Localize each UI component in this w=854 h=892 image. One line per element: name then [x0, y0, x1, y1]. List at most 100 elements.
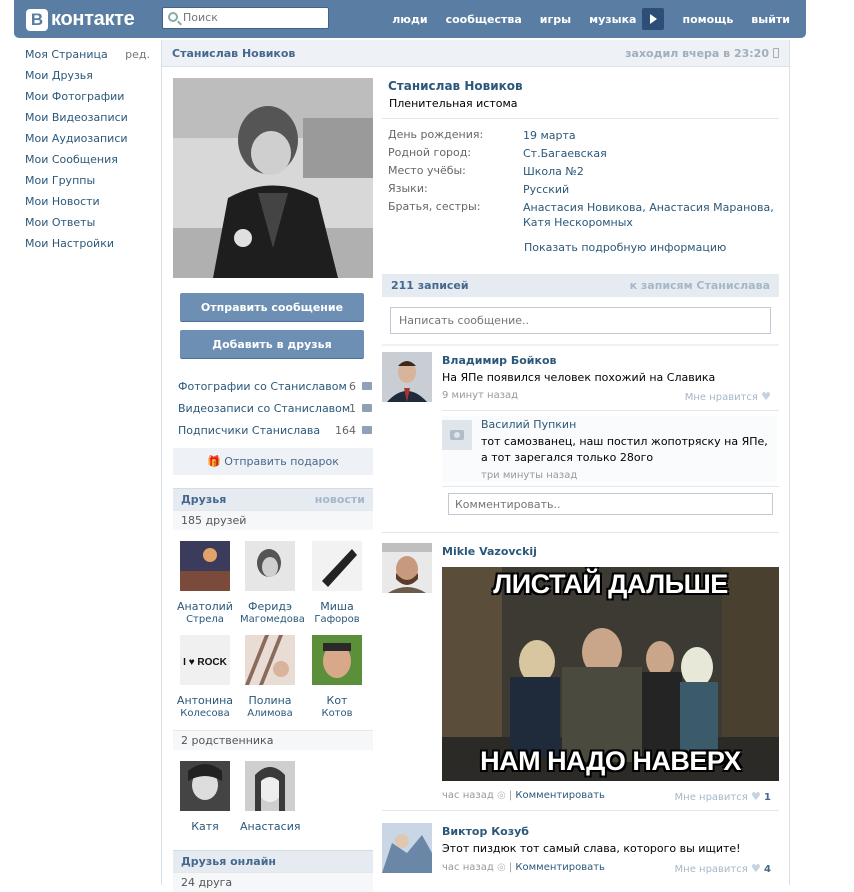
friend-last-name[interactable]: Гафоров — [307, 613, 367, 626]
videos-with-link[interactable]: Видеозаписи со Станиславом 1 — [178, 402, 372, 418]
menu-my-groups[interactable]: Мои Группы — [25, 173, 150, 194]
comment-input[interactable] — [449, 494, 772, 514]
info-value[interactable]: 19 марта — [523, 128, 778, 143]
post-author-avatar[interactable] — [382, 823, 432, 873]
post-author-avatar[interactable] — [382, 352, 432, 402]
friend-first-name[interactable]: Анатолий — [175, 600, 235, 613]
post-time[interactable]: 9 минут назад — [442, 390, 518, 401]
info-value[interactable]: Русский — [523, 182, 778, 197]
relative-card[interactable]: Анастасия — [240, 761, 300, 833]
friend-card[interactable]: Анатолий Стрела — [175, 541, 235, 626]
like-button[interactable]: Мне нравится ♥ 4 — [675, 862, 771, 875]
online-friends-count[interactable]: 24 друга — [173, 872, 373, 892]
top-header: B контакте люди сообщества игры музыка п… — [14, 0, 806, 38]
nav-communities[interactable]: сообщества — [446, 13, 522, 26]
comment-time[interactable]: три минуты назад — [481, 470, 577, 481]
friend-card[interactable]: Кот Котов — [307, 635, 367, 720]
menu-my-photos[interactable]: Мои Фотографии — [25, 89, 150, 110]
comment-author[interactable]: Василий Пупкин — [481, 418, 576, 431]
post-author[interactable]: Mikle Vazovckij — [442, 545, 537, 558]
menu-my-page[interactable]: Моя Страница ред. — [25, 47, 150, 68]
friend-first-name[interactable]: Феридэ — [240, 600, 300, 613]
friend-last-name[interactable]: Магомедова — [240, 613, 305, 626]
send-gift-button[interactable]: 🎁 Отправить подарок — [173, 448, 373, 475]
heart-icon: ♥ — [761, 390, 771, 403]
menu-my-videos[interactable]: Мои Видеозаписи — [25, 110, 150, 131]
friend-avatar — [180, 541, 230, 591]
friends-count[interactable]: 185 друзей — [173, 510, 373, 530]
camera-placeholder-icon[interactable] — [442, 420, 472, 450]
nav-people[interactable]: люди — [392, 13, 427, 26]
send-message-button[interactable]: Отправить сообщение — [180, 293, 364, 322]
play-icon[interactable] — [642, 8, 665, 30]
vk-logo[interactable]: B контакте — [26, 8, 135, 31]
wall-owner-posts-link[interactable]: к записям Станислава — [630, 279, 770, 292]
post-time-text[interactable]: час назад — [442, 790, 494, 801]
friend-card[interactable]: Феридэ Магомедова — [240, 541, 305, 626]
wall-compose-input[interactable] — [391, 308, 770, 333]
friend-last-name[interactable]: Котов — [307, 707, 367, 720]
search-box[interactable] — [162, 7, 329, 29]
relatives-count[interactable]: 2 родственника — [173, 730, 373, 750]
videos-with-label[interactable]: Видеозаписи со Станиславом — [178, 402, 350, 415]
info-value[interactable]: Школа №2 — [523, 164, 778, 179]
followers-label[interactable]: Подписчики Станислава — [178, 424, 320, 437]
friends-box-header[interactable]: Друзья новости — [173, 488, 373, 510]
friend-first-name[interactable]: Кот — [307, 694, 367, 707]
post-author[interactable]: Владимир Бойков — [442, 354, 557, 367]
edit-link[interactable]: ред. — [125, 47, 150, 63]
friend-card[interactable]: Миша Гафоров — [307, 541, 367, 626]
comment-link[interactable]: Комментировать — [515, 862, 605, 873]
nav-help[interactable]: помощь — [682, 13, 733, 26]
profile-status[interactable]: Пленительная истома — [389, 97, 518, 110]
online-friends-title[interactable]: Друзья онлайн — [181, 855, 276, 868]
nav-games[interactable]: игры — [540, 13, 571, 26]
photos-with-link[interactable]: Фотографии со Станиславом 6 — [178, 380, 372, 396]
relative-name[interactable]: Катя — [175, 820, 235, 833]
relative-card[interactable]: Катя — [175, 761, 235, 833]
author-photo — [382, 352, 432, 402]
menu-my-settings[interactable]: Мои Настройки — [25, 236, 150, 257]
like-button[interactable]: Мне нравится ♥ — [685, 390, 771, 403]
heart-icon: ♥ — [750, 862, 761, 875]
friend-last-name[interactable]: Алимова — [240, 707, 300, 720]
friend-first-name[interactable]: Антонина — [175, 694, 235, 707]
online-friends-header[interactable]: Друзья онлайн — [173, 850, 373, 872]
menu-my-messages[interactable]: Мои Сообщения — [25, 152, 150, 173]
relative-avatar — [180, 761, 230, 811]
post-author-avatar[interactable] — [382, 543, 432, 593]
nav-logout[interactable]: выйти — [751, 13, 790, 26]
send-gift-label: Отправить подарок — [224, 455, 339, 468]
menu-my-audio[interactable]: Мои Аудиозаписи — [25, 131, 150, 152]
wall-compose[interactable] — [390, 307, 771, 334]
info-value[interactable]: Ст.Багаевская — [523, 146, 778, 161]
like-button[interactable]: Мне нравится ♥ 1 — [675, 790, 771, 803]
menu-my-friends[interactable]: Мои Друзья — [25, 68, 150, 89]
add-friend-button[interactable]: Добавить в друзья — [180, 330, 364, 359]
followers-link[interactable]: Подписчики Станислава 164 — [178, 424, 372, 440]
show-more-info-link[interactable]: Показать подробную информацию — [524, 241, 726, 254]
profile-avatar[interactable] — [173, 78, 373, 278]
menu-my-news[interactable]: Мои Новости — [25, 194, 150, 215]
comment-link[interactable]: Комментировать — [515, 790, 605, 801]
friend-first-name[interactable]: Миша — [307, 600, 367, 613]
friend-card[interactable]: I ♥ ROCK Антонина Колесова — [175, 635, 235, 720]
search-input[interactable] — [183, 11, 323, 24]
menu-item-label[interactable]: Моя Страница — [25, 48, 108, 61]
friend-first-name[interactable]: Полина — [240, 694, 300, 707]
friends-title[interactable]: Друзья — [181, 493, 226, 506]
post-time-text[interactable]: час назад — [442, 862, 494, 873]
comment-box[interactable] — [448, 493, 773, 515]
post-author[interactable]: Виктор Козуб — [442, 825, 529, 838]
friend-last-name[interactable]: Колесова — [175, 707, 235, 720]
info-value[interactable]: Анастасия Новикова, Анастасия Маранова, … — [523, 200, 778, 230]
post-image[interactable]: ЛИСТАЙ ДАЛЬШЕ НАМ НАДО НАВЕРХ — [442, 567, 779, 781]
menu-my-answers[interactable]: Мои Ответы — [25, 215, 150, 236]
friend-last-name[interactable]: Стрела — [175, 613, 235, 626]
friends-news-link[interactable]: новости — [315, 493, 365, 506]
photos-with-label[interactable]: Фотографии со Станиславом — [178, 380, 347, 393]
nav-music[interactable]: музыка — [589, 13, 636, 26]
relative-name[interactable]: Анастасия — [240, 820, 300, 833]
friend-card[interactable]: Полина Алимова — [240, 635, 300, 720]
wall-post-count[interactable]: 211 записей — [391, 279, 469, 292]
